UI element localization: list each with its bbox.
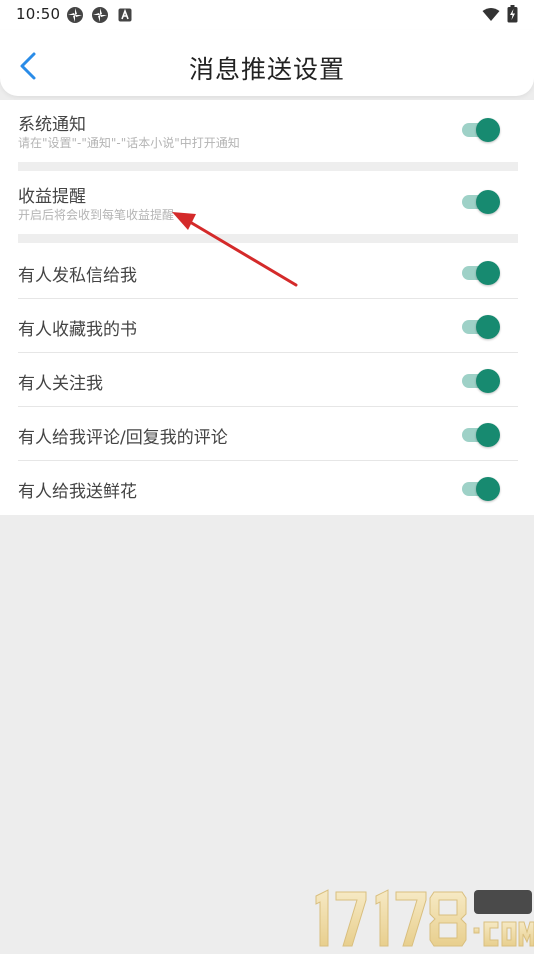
- setting-title: 有人发私信给我: [18, 266, 137, 286]
- setting-row-earnings-reminder: 收益提醒 开启后将会收到每笔收益提醒: [18, 182, 518, 234]
- toggle-knob: [476, 423, 500, 447]
- setting-row-comment-reply: 有人给我评论/回复我的评论: [18, 407, 518, 460]
- setting-title: 有人收藏我的书: [18, 320, 137, 340]
- setting-subtitle: 请在"设置"-"通知"-"话本小说"中打开通知: [18, 136, 240, 150]
- page-title: 消息推送设置: [188, 55, 345, 84]
- header: 消息推送设置: [0, 30, 534, 96]
- toggle-comment-reply[interactable]: [462, 423, 502, 447]
- toggle-knob: [476, 190, 500, 214]
- watermark-logo: [306, 888, 534, 950]
- toggle-private-message[interactable]: [462, 261, 502, 285]
- setting-title: 收益提醒: [18, 187, 86, 207]
- setting-row-flowers: 有人给我送鲜花: [18, 461, 518, 514]
- watermark-domain: [473, 921, 534, 947]
- group-separator: [18, 234, 518, 243]
- setting-row-new-follower: 有人关注我: [18, 353, 518, 406]
- toggle-book-collected[interactable]: [462, 315, 502, 339]
- group-separator: [18, 162, 518, 171]
- battery-charging-icon: [507, 5, 518, 27]
- pinwheel-icon: [66, 6, 84, 28]
- toggle-knob: [476, 477, 500, 501]
- setting-title: 有人给我评论/回复我的评论: [18, 428, 228, 448]
- toggle-new-follower[interactable]: [462, 369, 502, 393]
- status-bar: 10:50: [0, 0, 534, 30]
- toggle-knob: [476, 315, 500, 339]
- setting-title: 有人给我送鲜花: [18, 482, 137, 502]
- a-box-icon: [118, 7, 132, 26]
- setting-row-system-notification: 系统通知 请在"设置"-"通知"-"话本小说"中打开通知: [18, 110, 518, 162]
- watermark-number: [315, 889, 467, 947]
- toggle-knob: [476, 118, 500, 142]
- setting-title: 系统通知: [18, 115, 86, 135]
- toggle-knob: [476, 369, 500, 393]
- setting-subtitle: 开启后将会收到每笔收益提醒: [18, 208, 175, 222]
- toggle-knob: [476, 261, 500, 285]
- wifi-icon: [482, 7, 500, 26]
- toggle-earnings-reminder[interactable]: [462, 190, 502, 214]
- settings-list: 系统通知 请在"设置"-"通知"-"话本小说"中打开通知 收益提醒 开启后将会收…: [0, 100, 534, 515]
- setting-title: 有人关注我: [18, 374, 103, 394]
- setting-row-book-collected: 有人收藏我的书: [18, 299, 518, 352]
- status-time: 10:50: [16, 5, 61, 23]
- toggle-flowers[interactable]: [462, 477, 502, 501]
- watermark-badge: [474, 890, 532, 914]
- toggle-system-notification[interactable]: [462, 118, 502, 142]
- pinwheel-icon: [91, 6, 109, 28]
- setting-row-private-message: 有人发私信给我: [18, 243, 518, 298]
